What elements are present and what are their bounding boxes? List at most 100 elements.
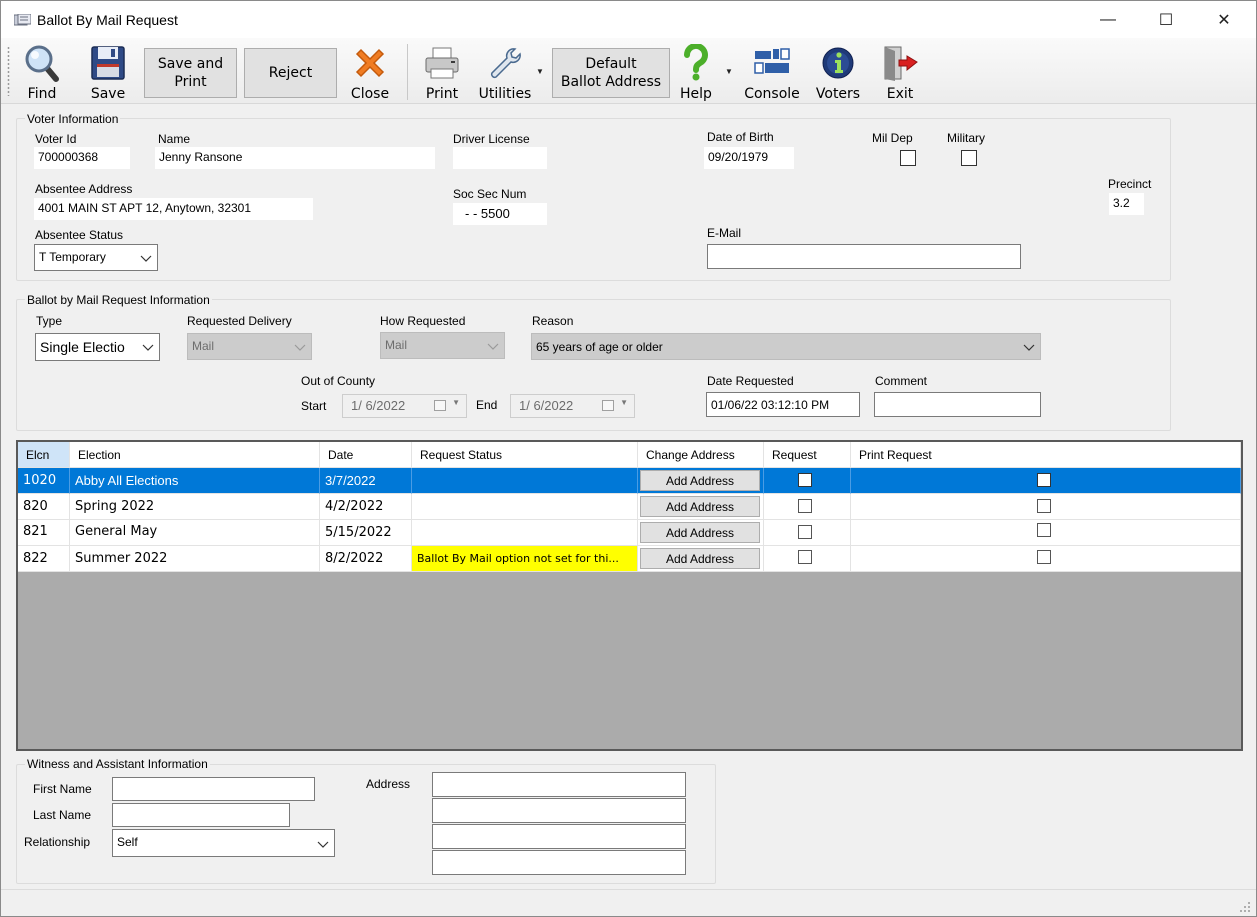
requested-delivery-dropdown[interactable]: Mail xyxy=(187,333,312,360)
cell-date: 8/2/2022 xyxy=(320,546,412,572)
cell-request xyxy=(764,546,851,572)
email-label: E-Mail xyxy=(707,226,742,240)
close-label: Close xyxy=(350,86,390,102)
last-name-field[interactable] xyxy=(112,803,290,827)
console-button[interactable]: Console xyxy=(743,42,801,102)
toolbar-grip[interactable] xyxy=(7,46,10,96)
chevron-down-icon: ▼ xyxy=(620,398,628,407)
reject-button[interactable]: Reject xyxy=(244,48,337,98)
comment-field[interactable] xyxy=(874,392,1041,417)
last-name-label: Last Name xyxy=(33,808,92,822)
save-button[interactable]: Save xyxy=(87,42,129,102)
relationship-dropdown[interactable]: Self xyxy=(112,829,335,857)
voters-label: Voters xyxy=(815,86,861,102)
column-header-request-status[interactable]: Request Status xyxy=(412,442,638,468)
cell-print-request xyxy=(851,468,1241,494)
elections-grid[interactable]: Elcn Election Date Request Status Change… xyxy=(16,440,1243,751)
close-button[interactable]: Close xyxy=(349,42,391,102)
address-line-4-field[interactable] xyxy=(432,850,686,875)
magnifier-icon xyxy=(25,45,59,82)
voters-button[interactable]: Voters xyxy=(815,42,861,102)
print-button[interactable]: Print xyxy=(421,42,463,102)
how-requested-label: How Requested xyxy=(380,314,466,328)
reason-label: Reason xyxy=(532,314,574,328)
chevron-down-icon xyxy=(317,841,329,848)
absentee-status-dropdown[interactable]: T Temporary xyxy=(34,244,158,271)
help-button[interactable]: Help xyxy=(675,42,717,102)
soc-sec-field[interactable]: - - 5500 xyxy=(453,203,547,225)
reason-dropdown[interactable]: 65 years of age or older xyxy=(531,333,1041,360)
status-bar xyxy=(1,889,1256,916)
military-checkbox[interactable] xyxy=(961,150,977,166)
cell-elcn: 1020 xyxy=(18,468,70,494)
military-label: Military xyxy=(947,131,985,145)
name-field[interactable]: Jenny Ransone xyxy=(155,147,435,169)
how-requested-dropdown[interactable]: Mail xyxy=(380,332,505,359)
type-label: Type xyxy=(36,314,63,328)
default-ballot-line1: Default xyxy=(585,56,637,72)
add-address-button[interactable]: Add Address xyxy=(640,522,760,543)
mil-dep-checkbox[interactable] xyxy=(900,150,916,166)
email-field[interactable] xyxy=(707,244,1021,269)
type-dropdown[interactable]: Single Electio xyxy=(35,333,160,361)
add-address-button[interactable]: Add Address xyxy=(640,496,760,517)
type-value: Single Electio xyxy=(40,339,125,355)
column-header-change-address[interactable]: Change Address xyxy=(638,442,764,468)
start-date-picker[interactable]: 1/ 6/2022 ▼ xyxy=(342,394,467,418)
cell-change-address: Add Address xyxy=(638,546,764,572)
request-checkbox[interactable] xyxy=(798,499,812,513)
cell-change-address: Add Address xyxy=(638,468,764,494)
address-line-2-field[interactable] xyxy=(432,798,686,823)
add-address-button[interactable]: Add Address xyxy=(640,470,760,491)
first-name-field[interactable] xyxy=(112,777,315,801)
address-line-1-field[interactable] xyxy=(432,772,686,797)
cell-date: 5/15/2022 xyxy=(320,520,412,546)
voter-id-label: Voter Id xyxy=(35,132,77,146)
cell-election: Summer 2022 xyxy=(70,546,320,572)
cell-print-request xyxy=(851,494,1241,520)
close-window-button[interactable]: ✕ xyxy=(1195,2,1253,38)
request-checkbox[interactable] xyxy=(798,525,812,539)
floppy-disk-icon xyxy=(91,46,125,80)
print-request-checkbox[interactable] xyxy=(1037,473,1051,487)
resize-grip-icon[interactable] xyxy=(1239,901,1251,913)
print-request-checkbox[interactable] xyxy=(1037,499,1051,513)
find-button[interactable]: Find xyxy=(21,42,63,102)
save-and-print-line2: Print xyxy=(174,74,207,90)
requested-delivery-value: Mail xyxy=(192,339,215,353)
cell-elcn: 821 xyxy=(18,520,70,546)
precinct-field[interactable]: 3.2 xyxy=(1109,193,1144,215)
calendar-icon xyxy=(602,400,614,411)
utilities-dropdown-arrow[interactable]: ▼ xyxy=(536,67,544,76)
default-ballot-address-button[interactable]: Default Ballot Address xyxy=(552,48,670,98)
help-dropdown-arrow[interactable]: ▼ xyxy=(725,67,733,76)
minimize-button[interactable]: — xyxy=(1079,2,1137,38)
column-header-print-request[interactable]: Print Request xyxy=(851,442,1241,468)
date-of-birth-field[interactable]: 09/20/1979 xyxy=(704,147,794,169)
end-date-value: 1/ 6/2022 xyxy=(519,398,574,413)
add-address-button[interactable]: Add Address xyxy=(640,548,760,569)
date-requested-field[interactable]: 01/06/22 03:12:10 PM xyxy=(706,392,860,417)
column-header-request[interactable]: Request xyxy=(764,442,851,468)
find-label: Find xyxy=(27,86,57,102)
print-request-checkbox[interactable] xyxy=(1037,523,1051,537)
save-and-print-button[interactable]: Save and Print xyxy=(144,48,237,98)
column-header-date[interactable]: Date xyxy=(320,442,412,468)
request-checkbox[interactable] xyxy=(798,473,812,487)
address-line-3-field[interactable] xyxy=(432,824,686,849)
exit-button[interactable]: Exit xyxy=(879,42,921,102)
utilities-button[interactable]: Utilities xyxy=(479,42,531,102)
absentee-address-field[interactable]: 4001 MAIN ST APT 12, Anytown, 32301 xyxy=(34,198,313,220)
cell-request-status xyxy=(412,468,638,494)
column-header-elcn[interactable]: Elcn xyxy=(18,442,70,468)
calendar-icon xyxy=(434,400,446,411)
maximize-button[interactable]: ☐ xyxy=(1137,2,1195,38)
request-checkbox[interactable] xyxy=(798,550,812,564)
requested-delivery-label: Requested Delivery xyxy=(187,314,292,328)
column-header-election[interactable]: Election xyxy=(70,442,320,468)
exit-door-icon xyxy=(884,46,918,81)
print-request-checkbox[interactable] xyxy=(1037,550,1051,564)
end-date-picker[interactable]: 1/ 6/2022 ▼ xyxy=(510,394,635,418)
driver-license-field[interactable] xyxy=(453,147,547,169)
voter-id-field[interactable]: 700000368 xyxy=(34,147,130,169)
